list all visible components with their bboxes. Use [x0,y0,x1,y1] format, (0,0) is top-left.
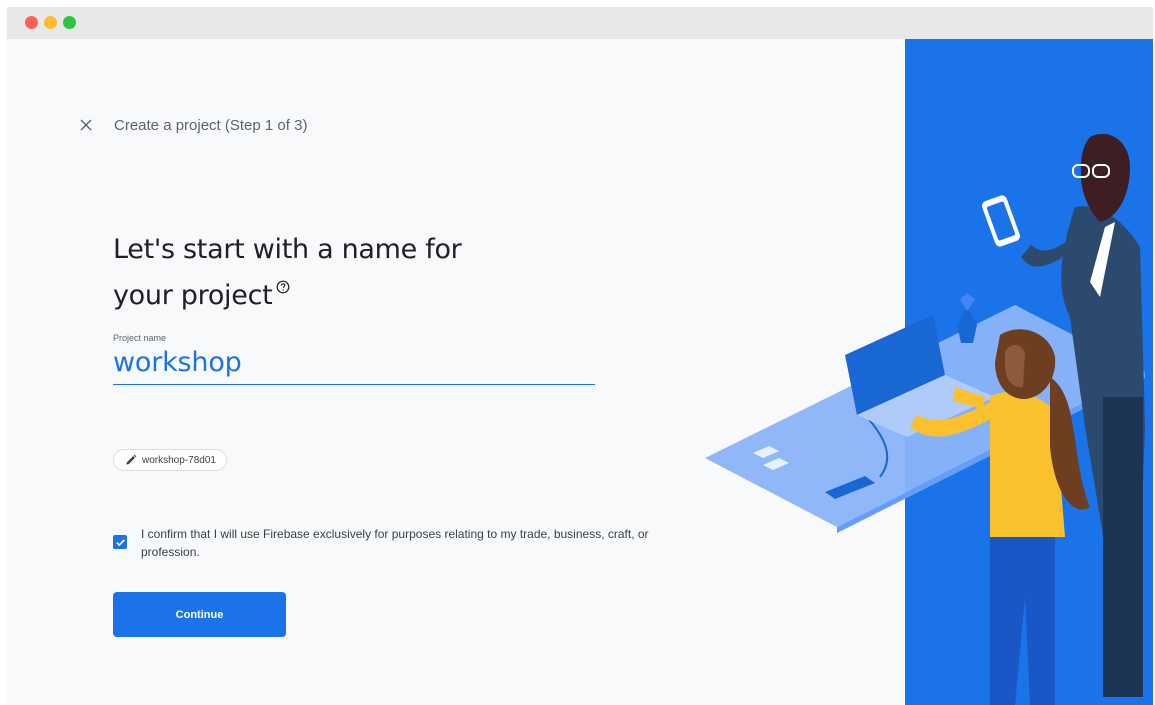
app-window: Create a project (Step 1 of 3) Let's sta… [7,7,1153,705]
window-titlebar [7,7,1153,39]
close-icon [80,119,92,131]
checkmark-icon [115,538,125,546]
project-name-input[interactable] [113,347,595,385]
confirm-row: I confirm that I will use Firebase exclu… [113,525,673,561]
heading-line-1: Let's start with a name for [113,234,462,265]
window-close-button[interactable] [25,16,38,29]
page-title: Create a project (Step 1 of 3) [114,116,308,134]
continue-button[interactable]: Continue [113,592,286,637]
confirm-text: I confirm that I will use Firebase exclu… [141,527,649,559]
window-minimize-button[interactable] [44,16,57,29]
project-name-label: Project name [113,333,167,343]
window-maximize-button[interactable] [63,16,76,29]
project-name-field: Project name [113,333,595,385]
help-circle-icon[interactable] [276,280,290,294]
pencil-icon [126,454,137,465]
illustration [705,133,1145,705]
confirm-checkbox[interactable] [113,535,127,549]
close-button[interactable] [75,114,97,136]
heading-line-2: your project [113,280,273,311]
page-header: Create a project (Step 1 of 3) [75,113,307,137]
project-id-text: workshop-78d01 [142,454,216,466]
project-id-chip[interactable]: workshop-78d01 [113,449,227,471]
main-heading: Let's start with a name for your project [113,227,533,319]
